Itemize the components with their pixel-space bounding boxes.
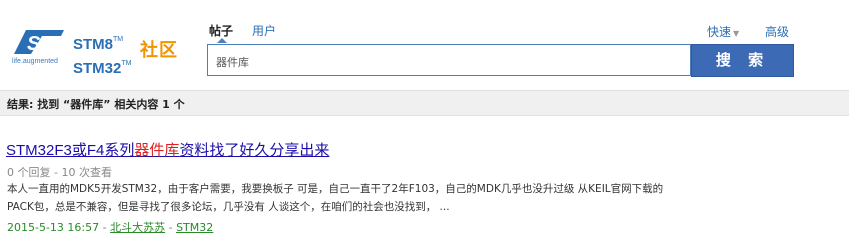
result-title-link[interactable]: STM32F3或F4系列器件库资料找了好久分享出来 [6,139,329,160]
stm-product-names: STM8TM STM32TM [73,30,135,78]
result-date: 2015-5-13 16:57 [7,221,100,234]
result-snippet-line: 本人一直用的MDK5开发STM32，由于客户需要，我要换板子 可是，自己一直干了… [7,183,664,195]
result-title-suffix: 资料找了好久分享出来 [179,142,330,159]
result-title-prefix: STM32F3或F4系列 [6,142,135,159]
advanced-search-link[interactable]: 高级 [765,23,789,40]
tab-posts[interactable]: 帖子 [209,22,233,39]
meta-separator: - [99,221,111,234]
st-logo-icon: ST [14,30,64,55]
quick-search-label: 快速 [707,25,732,39]
search-button[interactable]: 搜 索 [691,44,794,77]
result-stats: 0 个回复 - 10 次查看 [7,166,112,179]
svg-text:ST: ST [27,33,54,55]
meta-separator: - [165,221,177,234]
chevron-down-icon: ▼ [733,29,740,38]
result-author-link[interactable]: 北斗大苏苏 [110,221,165,234]
quick-search-dropdown[interactable]: 快速 ▼ [707,23,739,40]
result-meta: 2015-5-13 16:57 - 北斗大苏苏 - STM32 [7,219,213,235]
search-box [207,44,691,76]
active-tab-caret-icon [217,38,227,43]
search-input[interactable] [208,45,690,75]
community-label: 社区 [140,40,178,61]
stm8-label: STM8TM [73,36,124,53]
st-logo[interactable]: ST life.augmented [10,28,70,70]
result-forum-link[interactable]: STM32 [176,221,213,234]
result-summary: 结果: 找到 “器件库” 相关内容 1 个 [7,98,185,111]
stm32-label: STM32TM [73,60,132,77]
result-title-highlight: 器件库 [134,142,180,159]
result-summary-bar: 结果: 找到 “器件库” 相关内容 1 个 [0,90,849,116]
result-snippet: 本人一直用的MDK5开发STM32，由于客户需要，我要换板子 可是，自己一直干了… [7,180,847,216]
logo-tagline: life.augmented [12,58,58,65]
result-snippet-line: PACK包，总是不兼容，但是寻找了很多论坛，几乎没有 人谈这个，在咱们的社会也没… [7,201,450,213]
tab-users[interactable]: 用户 [252,22,276,39]
